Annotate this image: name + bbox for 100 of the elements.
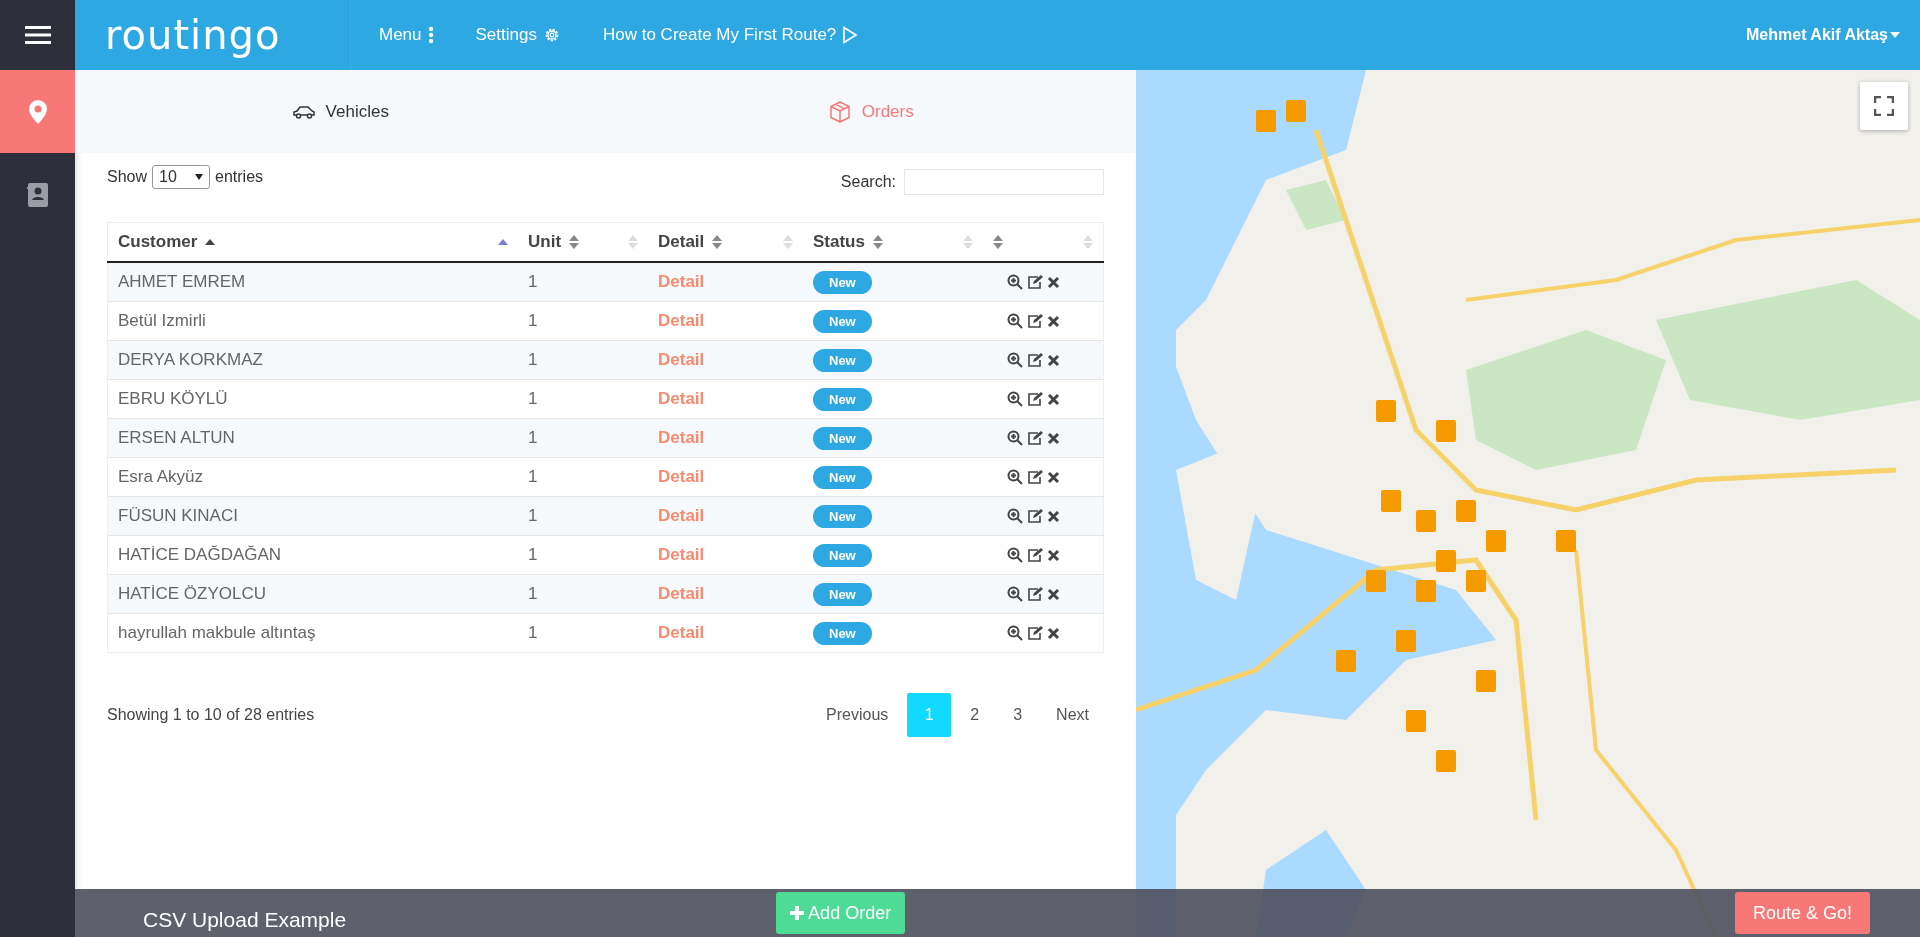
edit-icon[interactable] — [1027, 469, 1043, 485]
nav-link[interactable]: Settings — [475, 25, 561, 45]
unit-count: 1 — [528, 506, 538, 525]
delete-icon[interactable] — [1047, 275, 1060, 289]
detail-link[interactable]: Detail — [658, 350, 705, 369]
zoom-in-icon[interactable] — [1007, 469, 1023, 485]
search-field[interactable] — [904, 169, 1104, 195]
zoom-in-icon[interactable] — [1007, 391, 1023, 407]
edit-icon[interactable] — [1027, 508, 1043, 524]
customer-name: FÜSUN KINACI — [118, 506, 238, 525]
sort-icon — [963, 235, 973, 249]
location-pin-icon — [26, 98, 49, 125]
delete-icon[interactable] — [1047, 548, 1060, 562]
zoom-in-icon[interactable] — [1007, 313, 1023, 329]
detail-link[interactable]: Detail — [658, 584, 705, 603]
fullscreen-button[interactable] — [1860, 82, 1908, 130]
sort-icon — [628, 235, 638, 249]
status-badge: New — [813, 582, 872, 606]
edit-icon[interactable] — [1027, 625, 1043, 641]
customer-name: AHMET EMREM — [118, 272, 246, 291]
route-button[interactable]: Route & Go! — [1734, 892, 1870, 934]
customer-name: HATİCE DAĞDAĞAN — [118, 545, 282, 564]
detail-link[interactable]: Detail — [658, 389, 705, 408]
edit-icon[interactable] — [1027, 313, 1043, 329]
detail-link[interactable]: Detail — [658, 272, 705, 291]
unit-count: 1 — [528, 584, 538, 603]
detail-link[interactable]: Detail — [658, 467, 705, 486]
page-size-select[interactable]: 10 — [152, 165, 211, 189]
plus-icon — [790, 906, 805, 920]
status-badge: New — [813, 621, 872, 645]
edit-icon[interactable] — [1027, 547, 1043, 563]
delete-icon[interactable] — [1047, 626, 1060, 640]
status-badge: New — [813, 348, 872, 372]
customer-name: DERYA KORKMAZ — [118, 350, 263, 369]
zoom-in-icon[interactable] — [1007, 274, 1023, 290]
customer-name: Esra Akyüz — [118, 467, 204, 486]
zoom-in-icon[interactable] — [1007, 430, 1023, 446]
zoom-in-icon[interactable] — [1007, 586, 1023, 602]
edit-icon[interactable] — [1027, 586, 1043, 602]
customer-name: hayrullah makbule altıntaş — [118, 623, 316, 642]
show-label: Show — [107, 168, 148, 186]
edit-icon[interactable] — [1027, 274, 1043, 290]
customer-name: EBRU KÖYLÜ — [118, 389, 228, 408]
sort-icon — [783, 235, 793, 249]
unit-count: 1 — [528, 428, 538, 447]
zoom-in-icon[interactable] — [1007, 625, 1023, 641]
nav-link[interactable]: How to Create My First Route? — [602, 25, 859, 45]
sort-icon — [1083, 235, 1093, 249]
nav-link[interactable]: Menu — [379, 25, 434, 45]
delete-icon[interactable] — [1047, 470, 1060, 484]
zoom-in-icon[interactable] — [1007, 508, 1023, 524]
zoom-in-icon[interactable] — [1007, 547, 1023, 563]
detail-link[interactable]: Detail — [658, 428, 705, 447]
csv-upload-link[interactable]: CSV Upload Example — [143, 908, 347, 932]
page-button[interactable]: 3 — [998, 693, 1038, 737]
car-icon — [291, 103, 316, 120]
delete-icon[interactable] — [1047, 509, 1060, 523]
detail-link[interactable]: Detail — [658, 506, 705, 525]
delete-icon[interactable] — [1047, 314, 1060, 328]
page-button[interactable]: 1 — [907, 693, 952, 737]
edit-icon[interactable] — [1027, 352, 1043, 368]
status-badge: New — [813, 426, 872, 450]
detail-link[interactable]: Detail — [658, 311, 705, 330]
delete-icon[interactable] — [1047, 431, 1060, 445]
unit-count: 1 — [528, 350, 538, 369]
tab[interactable]: Orders — [605, 70, 1136, 153]
caret-icon — [195, 174, 204, 180]
caret-icon — [1890, 32, 1900, 38]
contact-card-icon — [26, 181, 49, 208]
status-badge: New — [813, 504, 872, 528]
status-badge: New — [813, 543, 872, 567]
delete-icon[interactable] — [1047, 353, 1060, 367]
fullscreen-icon — [1874, 96, 1894, 116]
delete-icon[interactable] — [1047, 392, 1060, 406]
box-icon — [827, 99, 852, 124]
page-button[interactable]: 2 — [955, 693, 995, 737]
play-icon — [842, 26, 859, 44]
unit-count: 1 — [528, 545, 538, 564]
unit-count: 1 — [528, 272, 538, 291]
edit-icon[interactable] — [1027, 391, 1043, 407]
page-button[interactable]: Next — [1041, 693, 1104, 737]
zoom-in-icon[interactable] — [1007, 352, 1023, 368]
user-menu[interactable]: Mehmet Akif Aktaş — [1746, 26, 1900, 44]
more-dots-icon — [427, 26, 434, 44]
table-info: Showing 1 to 10 of 28 entries — [107, 706, 315, 724]
delete-icon[interactable] — [1047, 587, 1060, 601]
unit-count: 1 — [528, 389, 538, 408]
customer-name: ERSEN ALTUN — [118, 428, 235, 447]
customer-name: HATİCE ÖZYOLCU — [118, 584, 266, 603]
entries-label: entries — [215, 168, 264, 186]
customer-name: Betül Izmirli — [118, 311, 206, 330]
detail-link[interactable]: Detail — [658, 545, 705, 564]
status-badge: New — [813, 270, 872, 294]
unit-count: 1 — [528, 311, 538, 330]
add-order-button[interactable]: Add Order — [776, 892, 906, 934]
edit-icon[interactable] — [1027, 430, 1043, 446]
detail-link[interactable]: Detail — [658, 623, 705, 642]
tab[interactable]: Vehicles — [75, 70, 606, 153]
menu-icon — [24, 25, 51, 45]
page-button[interactable]: Previous — [811, 693, 904, 737]
